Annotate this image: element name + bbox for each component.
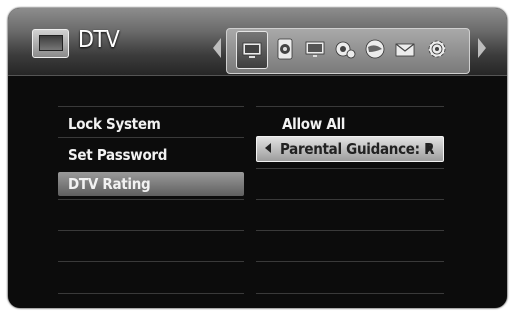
divider [256,168,444,169]
tab-right-arrow-icon[interactable] [478,38,486,58]
divider [256,230,444,231]
tab-left-arrow-icon[interactable] [213,38,221,58]
header-bar: DTV [8,8,507,76]
monitor-icon [305,41,325,57]
tab-display[interactable] [303,37,327,61]
dtv-icon [32,29,69,58]
divider [58,137,244,138]
menu-item-dtv-rating[interactable]: DTV Rating [58,172,244,196]
menu-item-lock-system[interactable]: Lock System [68,112,244,136]
divider [256,293,444,294]
tv-settings-icon [242,42,262,58]
divider [58,261,244,262]
divider [256,199,444,200]
envelope-icon [395,43,415,57]
tab-setup[interactable] [425,37,449,61]
divider [58,293,244,294]
tab-messages[interactable] [393,37,417,61]
dtv-rating-selector[interactable]: Parental Guidance: R [256,136,444,162]
tab-system[interactable] [333,37,357,61]
gear-icon [428,40,446,58]
divider [58,199,244,200]
divider [256,261,444,262]
divider [256,106,444,107]
settings-screen: DTV Lock System Set Password DTV Rating … [8,8,507,308]
settings-tab-bar [226,28,470,74]
menu-item-set-password[interactable]: Set Password [68,143,244,167]
tab-tv-settings[interactable] [236,31,268,69]
page-title: DTV [78,27,120,53]
dtv-rating-value: Parental Guidance: R [280,140,435,158]
tab-audio[interactable] [273,37,297,61]
rating-right-arrow-icon[interactable] [427,143,433,153]
divider [58,230,244,231]
tab-network[interactable] [363,37,387,61]
globe-icon [365,39,385,59]
speaker-icon [277,38,293,60]
lock-system-value: Allow All [282,115,346,133]
gears-icon [335,41,356,59]
rating-left-arrow-icon[interactable] [265,143,271,153]
divider [58,106,244,107]
settings-content: Lock System Set Password DTV Rating Allo… [8,75,507,308]
